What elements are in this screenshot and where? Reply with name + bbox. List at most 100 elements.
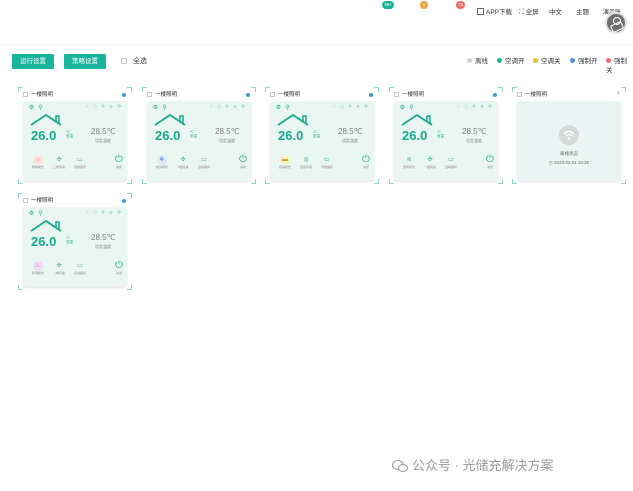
search-icon[interactable]: ⚲ [160, 104, 169, 111]
search-icon[interactable]: ⚲ [407, 104, 416, 111]
device-card[interactable]: 一楼照明 ⚙ ⚲ ♁ ◷ ❖ ♣ ✤ 26.0 ℃ 室温 28.5℃ 设定温度 ☼ 制热模式 ✣ 二档风速 ▭ 自动… [18, 87, 132, 184]
select-all[interactable]: 全选 [121, 57, 147, 66]
alert-severe-button[interactable]: 严重 75 [438, 1, 465, 18]
mode-swing[interactable]: ▭ 开启摆风 [316, 155, 338, 170]
settings-icon[interactable]: ⚙ [27, 104, 36, 111]
mode-label: 自动风速 [299, 165, 312, 169]
power-button[interactable]: ⏻ 关闭 [484, 155, 496, 170]
swing-icon: ▭ [75, 155, 85, 165]
leaf-icon: ♣ [480, 104, 484, 110]
house-icon [276, 113, 316, 127]
set-temperature[interactable]: 28.5℃ [91, 233, 116, 242]
device-checkbox[interactable] [517, 92, 522, 97]
set-temperature-label: 设定温度 [95, 244, 111, 249]
mode-fan[interactable]: ◎ 自动风速 [295, 155, 317, 170]
power-button[interactable]: ⏻ 关闭 [113, 261, 125, 276]
alert-normal-button[interactable]: 一般 99+ [363, 1, 394, 18]
set-temperature-label: 设定温度 [342, 138, 358, 143]
language-switch[interactable]: 中文 [549, 8, 562, 18]
fullscreen-button[interactable]: ⛶ 全屏 [519, 8, 539, 18]
device-checkbox[interactable] [270, 92, 275, 97]
theme-button[interactable]: 主题 [576, 8, 589, 18]
set-temperature[interactable]: 28.5℃ [338, 127, 363, 136]
mode-dehumidify[interactable]: ♨ 除湿模式 [27, 261, 49, 276]
settings-icon[interactable]: ⚙ [398, 104, 407, 111]
mode-swing[interactable]: ▭ 自动摆风 [193, 155, 215, 170]
power-button[interactable]: ⏻ 关闭 [360, 155, 372, 170]
thermostat-panel: ⚙ ⚲ ♁ ◷ ❖ ♣ ✤ 26.0 ℃ 室温 28.5℃ 设定温度 ▬ 自动模式 ◎ 自动风速 ▭ 开启摆风 ⏻ 关… [270, 101, 374, 181]
device-checkbox[interactable] [147, 92, 152, 97]
card-header: 一楼照明 [394, 91, 424, 99]
device-checkbox[interactable] [23, 92, 28, 97]
power-button[interactable]: ⏻ 关闭 [113, 155, 125, 170]
settings-icon[interactable]: ⚙ [27, 210, 36, 217]
device-checkbox[interactable] [23, 198, 28, 203]
close-icon[interactable]: × [616, 91, 620, 97]
mode-swing[interactable]: ▭ 自动摆风 [69, 261, 91, 276]
room-temperature: 26.0 [31, 128, 57, 143]
device-card[interactable]: 一楼照明 ⚙ ⚲ ♁ ◷ ❖ ♣ ✤ 26.0 ℃ 室温 28.5℃ 设定温度 ≋ 通风模式 ✣ 一档风速 ▭ 自动… [389, 87, 503, 184]
lock-icon: ♁ [208, 104, 214, 110]
lock-icon: ♁ [455, 104, 461, 110]
mode-fan[interactable]: ✣ 一档风速 [419, 155, 441, 170]
set-temperature[interactable]: 28.5℃ [91, 127, 116, 136]
timer-icon: ◷ [339, 104, 345, 110]
mode-bar: ≋ 通风模式 ✣ 一档风速 ▭ 自动摆风 ⏻ 关闭 [398, 155, 494, 175]
search-icon[interactable]: ⚲ [36, 210, 45, 217]
panel-tools: ⚙ ⚲ [274, 104, 292, 111]
status-dot [122, 93, 126, 97]
room-temp-unit: ℃ 室温 [66, 130, 73, 138]
mode-fan[interactable]: ✣ 3档风速 [172, 155, 194, 170]
status-dot [369, 93, 373, 97]
sun-icon: ☼ [33, 155, 43, 165]
mode-fan[interactable]: ✣ 二档风速 [48, 261, 70, 276]
clock-icon: ◷ [548, 160, 553, 165]
mode-label: 制热模式 [31, 165, 44, 169]
device-card[interactable]: 一楼照明 ⚙ ⚲ ♁ ◷ ❖ ♣ ✤ 26.0 ℃ 室温 28.5℃ 设定温度 ▬ 自动模式 ◎ 自动风速 ▭ 开启… [265, 87, 379, 184]
mode-fan[interactable]: ✣ 二档风速 [48, 155, 70, 170]
mode-snowflake[interactable]: ❄ 制冷模式 [151, 155, 173, 170]
strategy-settings-button[interactable]: 策略设置 [64, 54, 106, 69]
device-name: 一楼照明 [525, 92, 548, 98]
legend-label: 离线 [475, 58, 488, 65]
set-temperature[interactable]: 28.5℃ [462, 127, 487, 136]
mode-label: 开启摆风 [320, 165, 333, 169]
legend-label: 空调关 [541, 58, 561, 65]
leaf-icon: ♣ [233, 104, 237, 110]
status-dot [122, 199, 126, 203]
mode-auto[interactable]: ▬ 自动模式 [274, 155, 296, 170]
app-download-link[interactable]: APP下载 [477, 8, 512, 18]
dehumidify-icon: ♨ [33, 261, 43, 271]
thermostat-panel: ⚙ ⚲ ♁ ◷ ❖ ♣ ✤ 26.0 ℃ 室温 28.5℃ 设定温度 ❄ 制冷模式 ✣ 3档风速 ▭ 自动摆风 ⏻ 关… [147, 101, 251, 181]
alert-urgent-button[interactable]: 较急 6 [401, 1, 428, 18]
device-card-offline[interactable]: 一楼照明 × 离线状态 ◷ 2023.02.01 16:30 [512, 87, 626, 184]
fan-small-icon: ✤ [116, 210, 122, 216]
device-card[interactable]: 一楼照明 ⚙ ⚲ ♁ ◷ ❖ ♣ ✤ 26.0 ℃ 室温 28.5℃ 设定温度 ❄ 制冷模式 ✣ 3档风速 ▭ 自动… [142, 87, 256, 184]
card-header: 一楼照明 [23, 91, 53, 99]
power-label: 关闭 [362, 165, 369, 169]
search-icon[interactable]: ⚲ [36, 104, 45, 111]
settings-icon[interactable]: ⚙ [151, 104, 160, 111]
mode-swing[interactable]: ▭ 自动摆风 [440, 155, 462, 170]
offline-panel: 离线状态 ◷ 2023.02.01 16:30 [517, 101, 621, 181]
power-icon: ⏻ [239, 154, 247, 165]
eco-icon: ❖ [224, 104, 230, 110]
run-settings-button[interactable]: 运行设置 [12, 54, 54, 69]
mode-swing[interactable]: ▭ 自动摆风 [69, 155, 91, 170]
mode-vent[interactable]: ≋ 通风模式 [398, 155, 420, 170]
search-icon[interactable]: ⚲ [283, 104, 292, 111]
auto-icon: ▬ [280, 155, 290, 165]
mode-sun[interactable]: ☼ 制热模式 [27, 155, 49, 170]
select-all-checkbox[interactable] [121, 58, 127, 64]
watermark-text: 公众号 · 光储充解决方案 [412, 458, 554, 473]
mode-bar: ☼ 制热模式 ✣ 二档风速 ▭ 自动摆风 ⏻ 关闭 [27, 155, 123, 175]
alert-label: 严重 [442, 8, 455, 15]
device-card[interactable]: 一楼照明 ⚙ ⚲ ♁ ◷ ❖ ♣ ✤ 26.0 ℃ 室温 28.5℃ 设定温度 ♨ 除湿模式 ✣ 二档风速 ▭ 自动… [18, 193, 132, 290]
user-avatar[interactable] [605, 12, 627, 34]
power-button[interactable]: ⏻ 关闭 [237, 155, 249, 170]
set-temperature[interactable]: 28.5℃ [215, 127, 240, 136]
device-checkbox[interactable] [394, 92, 399, 97]
legend-offline: 离线 [467, 57, 488, 66]
header-divider [0, 44, 633, 45]
settings-icon[interactable]: ⚙ [274, 104, 283, 111]
